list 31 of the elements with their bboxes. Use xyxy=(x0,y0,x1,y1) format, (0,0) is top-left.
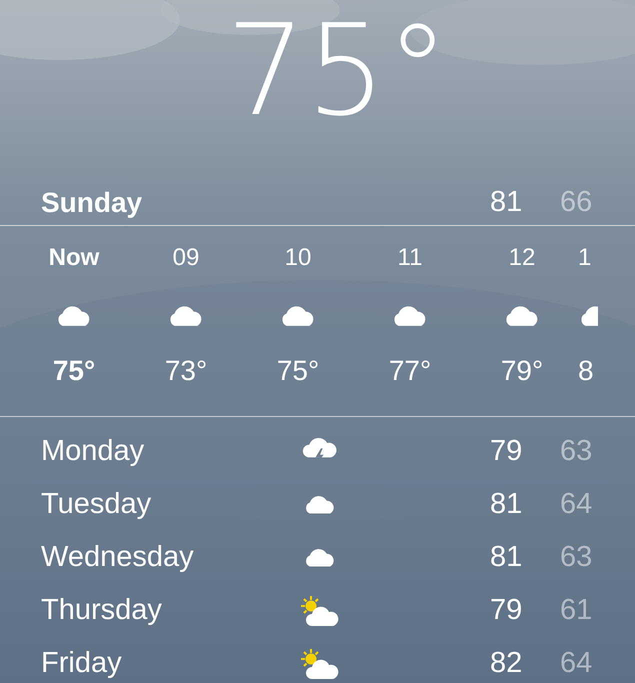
hour-label: Now xyxy=(48,243,100,273)
low-temperature: 64 xyxy=(560,646,592,681)
high-temperature: 81 xyxy=(490,486,524,522)
day-name: Friday xyxy=(41,646,123,681)
low-temperature: 61 xyxy=(560,592,592,628)
low-temperature: 64 xyxy=(560,486,592,522)
hour-label: 12 xyxy=(508,243,536,273)
hour-temperature: 73° xyxy=(164,354,208,388)
day-name: Thursday xyxy=(41,592,163,628)
day-name: Monday xyxy=(41,434,146,469)
hour-label: 1 xyxy=(578,243,592,273)
low-temperature: 66 xyxy=(560,184,592,220)
high-temperature: 81 xyxy=(490,540,524,575)
hour-temperature: 75° xyxy=(276,354,320,388)
high-temperature: 79 xyxy=(490,434,524,469)
hour-temperature: 77° xyxy=(388,354,432,388)
hour-temperature: 8 xyxy=(578,354,594,388)
day-name: Sunday xyxy=(41,186,144,220)
hour-temperature: 79° xyxy=(500,354,544,388)
hour-label: 10 xyxy=(284,243,312,273)
low-temperature: 63 xyxy=(560,434,592,469)
high-temperature: 82 xyxy=(490,646,524,681)
high-temperature: 81 xyxy=(490,184,524,220)
hour-label: 11 xyxy=(398,243,422,273)
high-temperature: 79 xyxy=(490,592,524,628)
day-name: Tuesday xyxy=(41,486,152,522)
current-temperature: 75° xyxy=(224,8,450,146)
hour-temperature: 75° xyxy=(52,354,96,388)
low-temperature: 63 xyxy=(560,540,592,575)
day-name: Wednesday xyxy=(41,540,195,575)
hour-label: 09 xyxy=(172,243,200,273)
